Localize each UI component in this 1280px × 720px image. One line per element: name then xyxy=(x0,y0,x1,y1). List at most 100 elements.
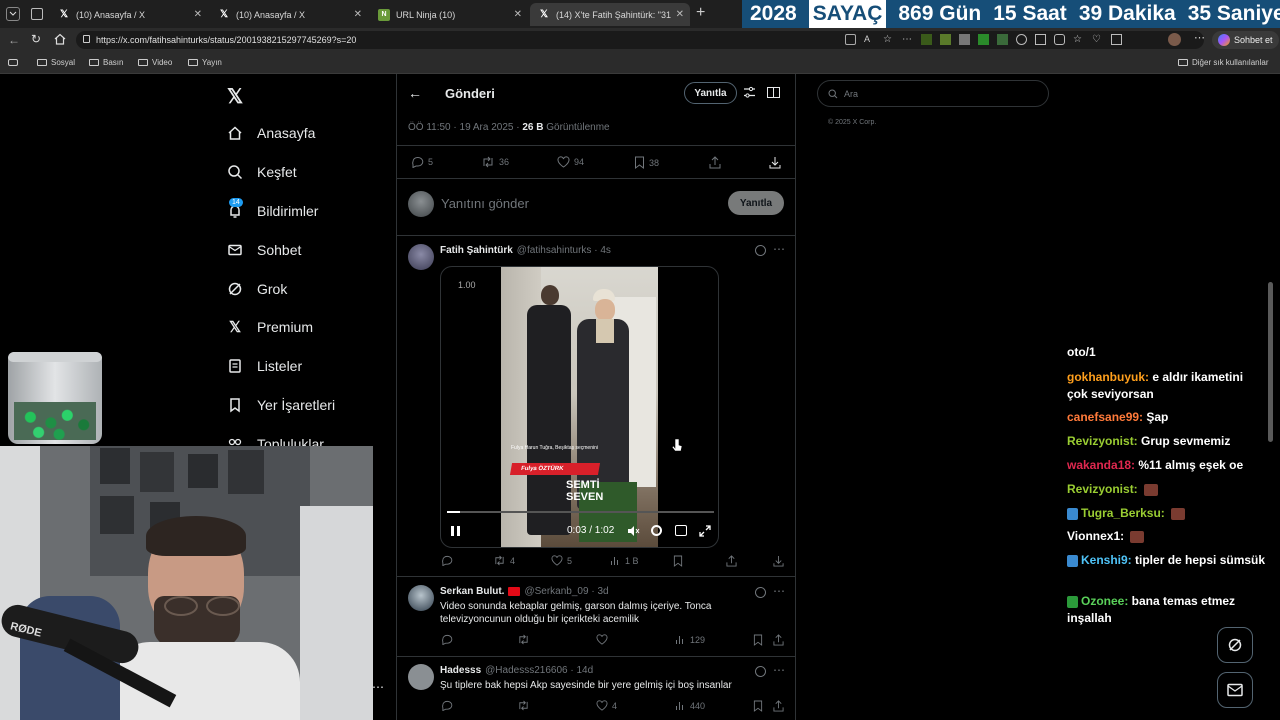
browser-tab-2[interactable]: 𝕏 (10) Anasayfa / X ✕ xyxy=(210,3,368,26)
grok-icon[interactable] xyxy=(755,245,766,256)
author-avatar[interactable] xyxy=(408,664,434,690)
fullscreen-icon[interactable] xyxy=(699,525,711,537)
repost-action[interactable] xyxy=(517,634,530,645)
nav-home[interactable]: Anasayfa xyxy=(227,125,315,141)
views-stat[interactable]: 129 xyxy=(675,634,705,645)
tab-actions-icon[interactable] xyxy=(6,7,20,21)
like-action[interactable]: 4 xyxy=(596,700,617,711)
grok-float-button[interactable] xyxy=(1217,627,1253,663)
user-avatar[interactable] xyxy=(408,191,434,217)
browser-tab-4-active[interactable]: 𝕏 (14) X'te Fatih Şahintürk: "31 … ✕ xyxy=(530,3,690,26)
nav-messages[interactable]: Sohbet xyxy=(227,242,301,258)
more-options-icon[interactable]: ⋯ xyxy=(773,242,785,256)
extension-1-icon[interactable] xyxy=(921,34,932,45)
refresh-icon[interactable]: ↻ xyxy=(31,32,41,46)
like-action[interactable]: 94 xyxy=(557,156,584,168)
nav-notifications[interactable]: 14 Bildirimler xyxy=(227,198,318,219)
share-action[interactable] xyxy=(773,634,784,646)
bookmark-action[interactable]: 38 xyxy=(634,156,659,169)
extension-3-icon[interactable] xyxy=(959,34,970,45)
collections-icon[interactable]: ♡ xyxy=(1092,34,1103,45)
sidebar-toggle-icon[interactable] xyxy=(1035,34,1046,45)
bookmark-action[interactable] xyxy=(673,555,683,567)
nav-explore[interactable]: Keşfet xyxy=(227,164,297,180)
author-avatar[interactable] xyxy=(408,585,434,611)
settings-gear-icon[interactable] xyxy=(651,525,662,536)
like-action[interactable]: 5 xyxy=(551,555,572,566)
extensions-icon[interactable] xyxy=(1016,34,1027,45)
repost-action[interactable]: 4 xyxy=(493,555,515,566)
new-tab-button[interactable]: + xyxy=(696,4,705,22)
page-scrollbar[interactable] xyxy=(1268,282,1273,442)
reply-action[interactable] xyxy=(441,555,453,566)
bookmark-action[interactable] xyxy=(753,700,763,712)
bookmark-folder-basin[interactable]: Basın xyxy=(89,58,123,67)
share-action[interactable] xyxy=(773,700,784,712)
more-options-icon[interactable]: ⋯ xyxy=(773,584,785,598)
bookmark-folder-video[interactable]: Video xyxy=(138,58,172,67)
workspaces-icon[interactable] xyxy=(31,8,43,20)
video-progress-track[interactable] xyxy=(447,511,714,513)
reader-view-icon[interactable] xyxy=(767,87,780,98)
nav-premium[interactable]: 𝕏 Premium xyxy=(227,319,313,336)
author-name[interactable]: Fatih Şahintürk xyxy=(440,245,513,256)
more-options-icon[interactable]: ⋯ xyxy=(1194,31,1205,44)
repost-action[interactable]: 36 xyxy=(481,156,509,168)
volume-icon[interactable] xyxy=(627,525,640,537)
author-name[interactable]: Serkan Bulut. xyxy=(440,586,504,597)
more-icon[interactable]: ⋯ xyxy=(372,680,384,694)
download-action[interactable] xyxy=(773,555,784,567)
grok-icon[interactable] xyxy=(755,666,766,677)
x-logo-icon[interactable]: 𝕏 xyxy=(227,84,243,109)
filter-icon[interactable] xyxy=(743,86,756,99)
reply-action[interactable] xyxy=(441,700,453,711)
more-icon[interactable]: ⋯ xyxy=(902,34,913,45)
split-screen-icon[interactable] xyxy=(845,34,856,45)
more-options-icon[interactable]: ⋯ xyxy=(773,663,785,677)
favorites-icon[interactable]: ☆ xyxy=(1073,34,1084,45)
nav-grok[interactable]: Grok xyxy=(227,281,287,297)
download-action[interactable] xyxy=(769,156,781,169)
compose-reply-button[interactable]: Yanıtla xyxy=(728,191,784,215)
extension-5-icon[interactable] xyxy=(997,34,1008,45)
bookmark-folder-yayin[interactable]: Yayın xyxy=(188,58,222,67)
video-player[interactable]: 1.00 Fulya Harun Tuğra, Beşiktaş seçmeni… xyxy=(440,266,719,548)
browser-tab-3[interactable]: N URL Ninja (10) ✕ xyxy=(370,3,528,26)
author-avatar[interactable] xyxy=(408,244,434,270)
back-arrow-icon[interactable]: ← xyxy=(408,85,422,101)
close-icon[interactable]: ✕ xyxy=(676,9,684,20)
back-icon[interactable]: ← xyxy=(8,33,20,47)
pause-icon[interactable] xyxy=(451,526,460,536)
downloads-icon[interactable] xyxy=(1111,34,1122,45)
share-action[interactable] xyxy=(709,156,721,169)
close-icon[interactable]: ✕ xyxy=(354,9,362,20)
author-handle[interactable]: @Hadesss216606 · 14d xyxy=(485,665,593,676)
reply-compose-input[interactable]: Yanıtını gönder xyxy=(441,196,529,211)
favorite-star-icon[interactable]: ☆ xyxy=(883,34,894,45)
nav-lists[interactable]: Listeler xyxy=(227,358,302,374)
read-aloud-icon[interactable]: A xyxy=(864,34,875,45)
views-stat[interactable]: 440 xyxy=(675,700,705,711)
browser-tab-1[interactable]: 𝕏 (10) Anasayfa / X ✕ xyxy=(50,3,208,26)
other-bookmarks[interactable]: Diğer sık kullanılanlar xyxy=(1178,58,1268,67)
bookmark-action[interactable] xyxy=(753,634,763,646)
close-icon[interactable]: ✕ xyxy=(514,9,522,20)
search-input[interactable]: Ara xyxy=(844,89,858,99)
views-stat[interactable]: 1 B xyxy=(610,555,639,566)
author-handle[interactable]: @fatihsahinturks · 4s xyxy=(517,245,611,256)
reading-list-icon[interactable] xyxy=(8,59,18,66)
browser-essentials-icon[interactable] xyxy=(1054,34,1065,45)
author-handle[interactable]: @Serkanb_09 · 3d xyxy=(524,586,608,597)
messages-float-button[interactable] xyxy=(1217,672,1253,708)
home-icon[interactable] xyxy=(54,33,66,45)
nav-bookmarks[interactable]: Yer İşaretleri xyxy=(227,397,335,413)
extension-2-icon[interactable] xyxy=(940,34,951,45)
picture-in-picture-icon[interactable] xyxy=(675,525,687,536)
close-icon[interactable]: ✕ xyxy=(194,9,202,20)
author-name[interactable]: Hadesss xyxy=(440,665,481,676)
reply-action[interactable] xyxy=(441,634,453,645)
search-box[interactable]: Ara xyxy=(817,80,1049,107)
bookmark-folder-sosyal[interactable]: Sosyal xyxy=(37,58,75,67)
extension-icons[interactable]: A ☆ ⋯ ☆ ♡ xyxy=(845,34,1122,45)
copilot-button[interactable]: Sohbet et xyxy=(1212,31,1279,49)
